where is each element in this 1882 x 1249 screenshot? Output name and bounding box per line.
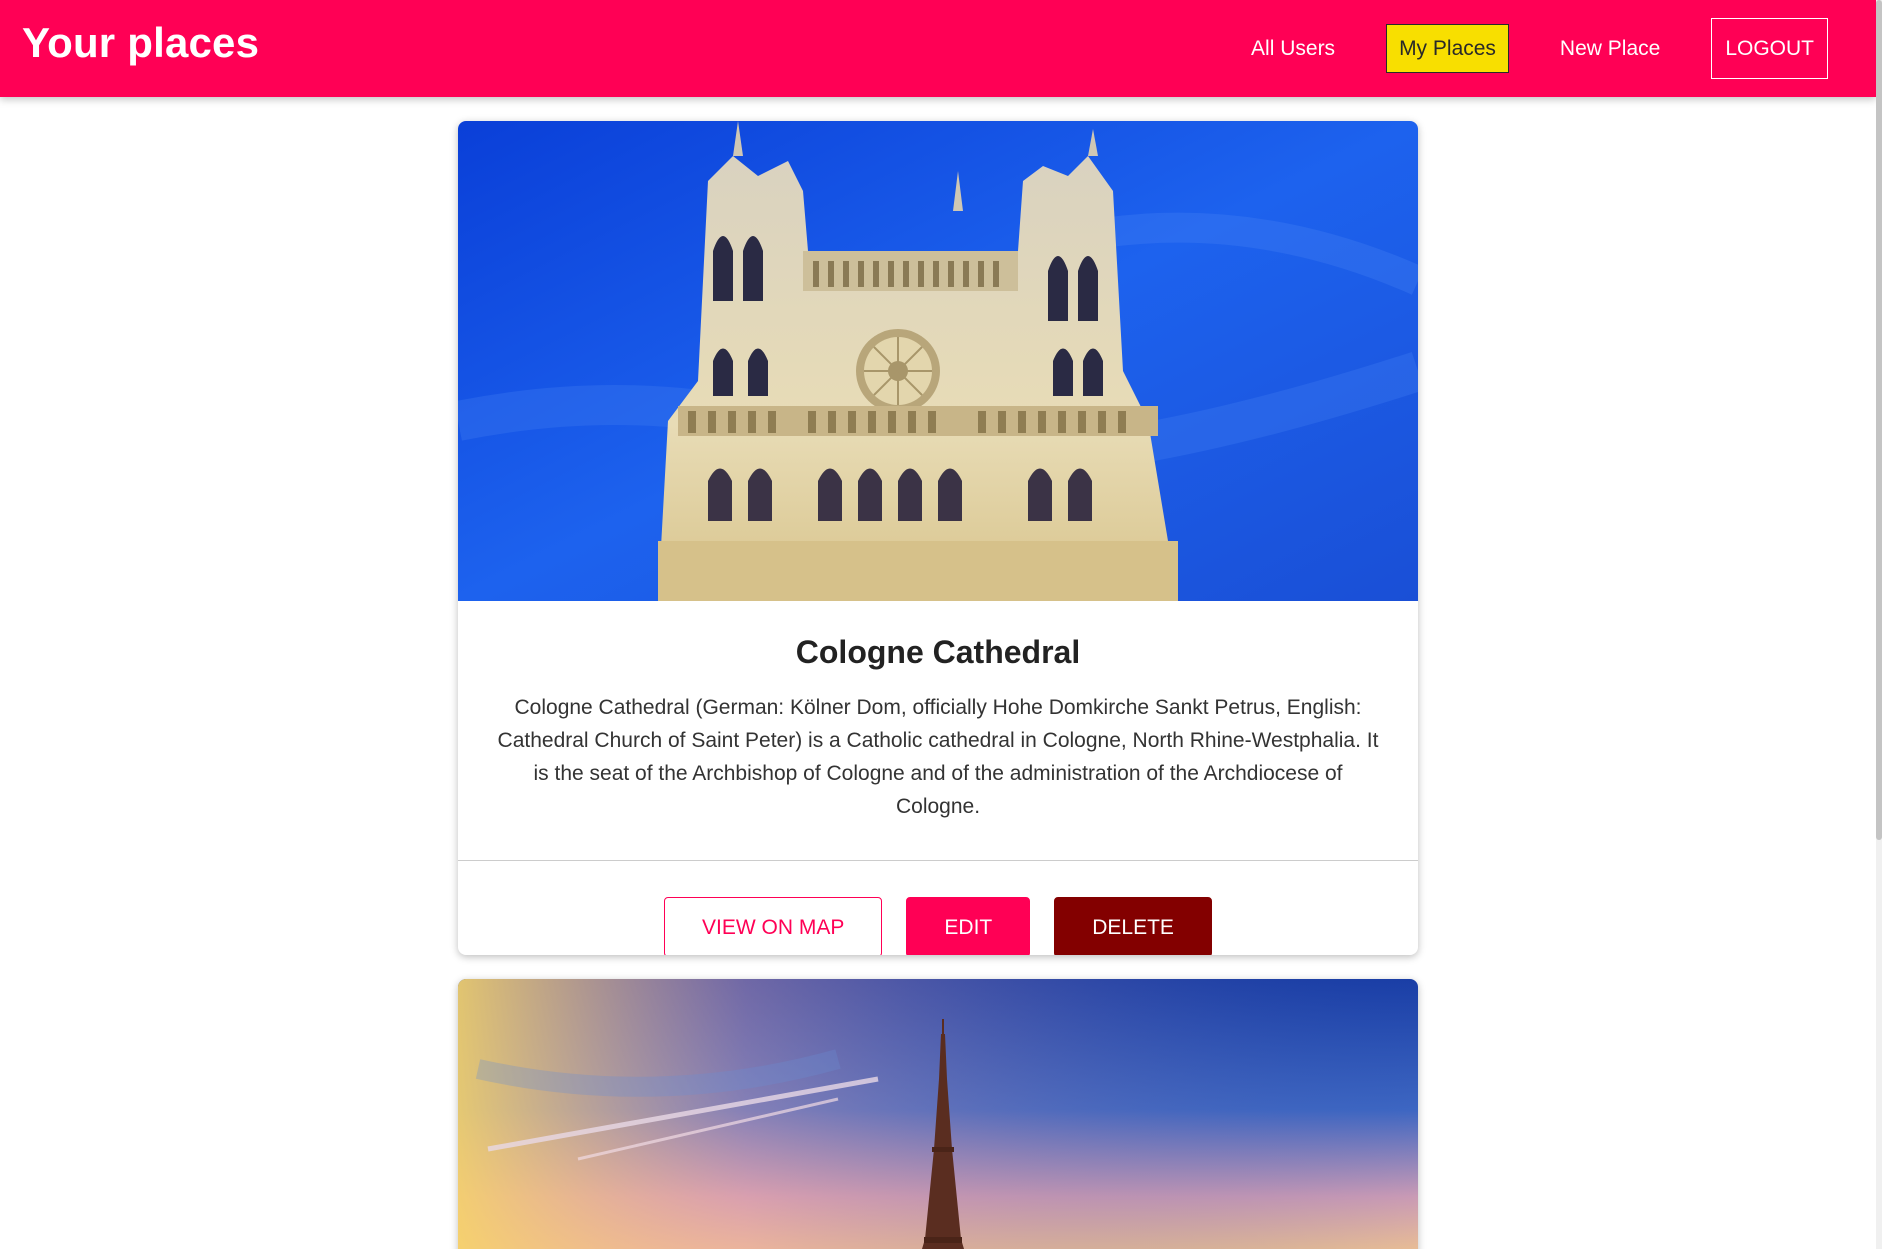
scrollbar[interactable]	[1876, 0, 1882, 1249]
cathedral-image	[458, 121, 1418, 601]
eiffel-tower-image	[458, 979, 1418, 1249]
place-card: Cologne Cathedral Cologne Cathedral (Ger…	[458, 121, 1418, 955]
nav-my-places[interactable]: My Places	[1386, 24, 1509, 73]
main-header: Your places All Users My Places New Plac…	[0, 0, 1876, 97]
view-on-map-button[interactable]: VIEW ON MAP	[664, 897, 883, 955]
brand-title[interactable]: Your places	[22, 19, 259, 67]
place-image	[458, 121, 1418, 601]
place-info: Cologne Cathedral Cologne Cathedral (Ger…	[458, 601, 1418, 861]
nav-new-place[interactable]: New Place	[1547, 24, 1673, 73]
scrollbar-thumb[interactable]	[1876, 0, 1882, 840]
place-image	[458, 979, 1418, 1249]
nav-all-users[interactable]: All Users	[1238, 24, 1348, 73]
place-description: Cologne Cathedral (German: Kölner Dom, o…	[497, 696, 1379, 818]
place-card	[458, 979, 1418, 1249]
edit-button[interactable]: EDIT	[906, 897, 1031, 955]
logout-button[interactable]: LOGOUT	[1711, 18, 1828, 79]
delete-button[interactable]: DELETE	[1054, 897, 1212, 955]
place-actions: VIEW ON MAP EDIT DELETE	[458, 861, 1418, 955]
main-nav: All Users My Places New Place LOGOUT	[1238, 18, 1828, 79]
place-title: Cologne Cathedral	[795, 634, 1081, 670]
